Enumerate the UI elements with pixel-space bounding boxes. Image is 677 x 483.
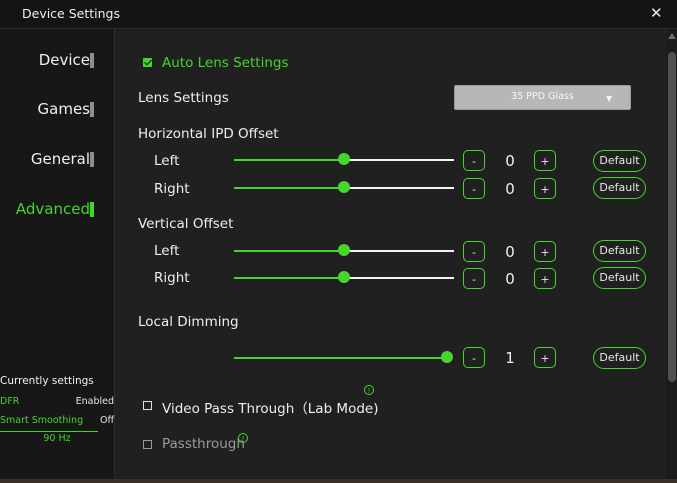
title-bar: Device Settings ✕ — [0, 0, 677, 29]
current-settings-title: Currently settings — [0, 375, 94, 387]
background-strip — [0, 479, 677, 483]
local-dimming-value: 1 — [505, 349, 515, 367]
vertical-left-minus-button[interactable]: - — [463, 241, 485, 262]
local-dimming-default-button[interactable]: Default — [593, 347, 646, 369]
info-icon[interactable]: ! — [238, 433, 248, 443]
horizontal-left-label: Left — [154, 153, 180, 169]
auto-lens-label[interactable]: Auto Lens Settings — [162, 55, 288, 71]
auto-lens-checkbox[interactable] — [143, 58, 152, 67]
vertical-left-value: 0 — [505, 243, 515, 261]
chevron-down-icon: ▼ — [606, 94, 613, 103]
local-dimming-slider[interactable] — [234, 351, 453, 363]
local-dimming-label: Local Dimming — [138, 314, 239, 330]
horizontal-right-minus-button[interactable]: - — [463, 178, 485, 199]
lens-settings-label: Lens Settings — [138, 90, 229, 106]
window-title: Device Settings — [22, 6, 120, 21]
horizontal-right-plus-button[interactable]: + — [534, 178, 556, 199]
scrollbar-thumb[interactable] — [668, 52, 676, 382]
current-setting-value: Enabled — [75, 396, 114, 407]
slider-fill — [234, 277, 344, 279]
current-refresh-rate: 90 Hz — [43, 433, 71, 444]
vertical-right-minus-button[interactable]: - — [463, 268, 485, 289]
slider-fill — [234, 159, 344, 161]
info-icon[interactable]: ! — [364, 385, 374, 395]
vertical-left-label: Left — [154, 243, 180, 259]
sidebar-indicator-device — [90, 53, 94, 68]
slider-thumb[interactable] — [338, 271, 350, 283]
horizontal-left-default-button[interactable]: Default — [593, 150, 646, 172]
sidebar-item-device[interactable]: Device — [39, 51, 90, 69]
vertical-right-value: 0 — [505, 270, 515, 288]
sidebar-item-general[interactable]: General — [31, 150, 90, 168]
sidebar-indicator-general — [90, 152, 94, 167]
sidebar: Device Games General Advanced — [0, 29, 115, 479]
lens-settings-value: 35 PPD Glass — [511, 91, 574, 102]
scroll-up-icon[interactable] — [668, 33, 676, 39]
vertical-right-slider[interactable] — [234, 271, 454, 283]
vertical-offset-label: Vertical Offset — [138, 216, 234, 232]
vertical-right-default-button[interactable]: Default — [593, 267, 646, 289]
divider — [0, 431, 98, 432]
video-pass-through-checkbox[interactable] — [143, 401, 152, 410]
vertical-left-default-button[interactable]: Default — [593, 240, 646, 262]
horizontal-left-value: 0 — [505, 152, 515, 170]
slider-fill — [234, 187, 344, 189]
sidebar-indicator-games — [90, 102, 94, 117]
sidebar-item-games[interactable]: Games — [38, 100, 90, 118]
horizontal-right-slider[interactable] — [234, 181, 454, 193]
video-pass-through-label[interactable]: Video Pass Through（Lab Mode) — [162, 397, 378, 417]
lens-settings-dropdown[interactable]: 35 PPD Glass ▼ — [454, 85, 631, 110]
slider-thumb[interactable] — [441, 351, 453, 363]
slider-thumb[interactable] — [338, 181, 350, 193]
horizontal-right-default-button[interactable]: Default — [593, 177, 646, 199]
horizontal-left-slider[interactable] — [234, 153, 454, 165]
vertical-left-slider[interactable] — [234, 244, 454, 256]
sidebar-item-advanced[interactable]: Advanced — [16, 200, 90, 218]
slider-thumb[interactable] — [338, 153, 350, 165]
slider-thumb[interactable] — [338, 244, 350, 256]
horizontal-left-minus-button[interactable]: - — [463, 150, 485, 171]
current-setting-value: Off — [99, 415, 114, 426]
horizontal-right-label: Right — [154, 181, 190, 197]
local-dimming-minus-button[interactable]: - — [463, 347, 485, 368]
vertical-right-plus-button[interactable]: + — [534, 268, 556, 289]
current-setting-key: DFR — [0, 396, 20, 407]
sidebar-indicator-advanced — [90, 202, 94, 217]
vertical-left-plus-button[interactable]: + — [534, 241, 556, 262]
passthrough-label[interactable]: Passthrough — [162, 436, 245, 452]
slider-fill — [234, 250, 344, 252]
close-icon[interactable]: ✕ — [650, 4, 663, 22]
horizontal-ipd-label: Horizontal IPD Offset — [138, 126, 279, 142]
horizontal-right-value: 0 — [505, 180, 515, 198]
passthrough-checkbox[interactable] — [143, 440, 152, 449]
horizontal-left-plus-button[interactable]: + — [534, 150, 556, 171]
current-setting-key: Smart Smoothing — [0, 415, 84, 426]
slider-fill — [234, 357, 447, 359]
vertical-right-label: Right — [154, 270, 190, 286]
local-dimming-plus-button[interactable]: + — [534, 347, 556, 368]
